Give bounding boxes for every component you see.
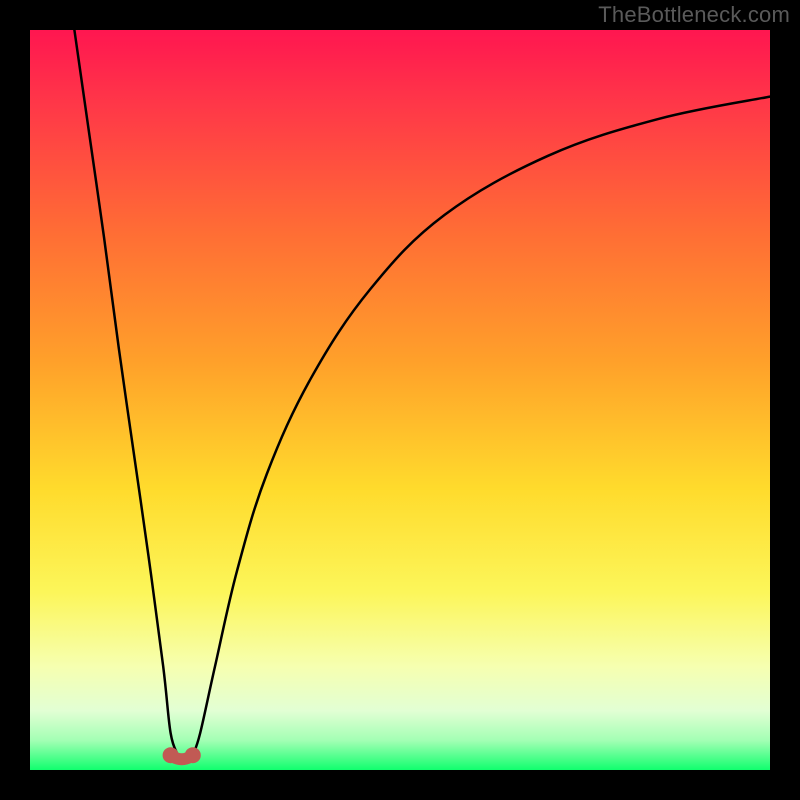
watermark-text: TheBottleneck.com xyxy=(598,2,790,28)
curve-left-branch xyxy=(74,30,178,755)
valley-marker-left xyxy=(163,747,179,763)
curve-right-branch xyxy=(193,97,770,756)
chart-svg xyxy=(30,30,770,770)
chart-frame: TheBottleneck.com xyxy=(0,0,800,800)
valley-marker-right xyxy=(185,747,201,763)
plot-area xyxy=(30,30,770,770)
